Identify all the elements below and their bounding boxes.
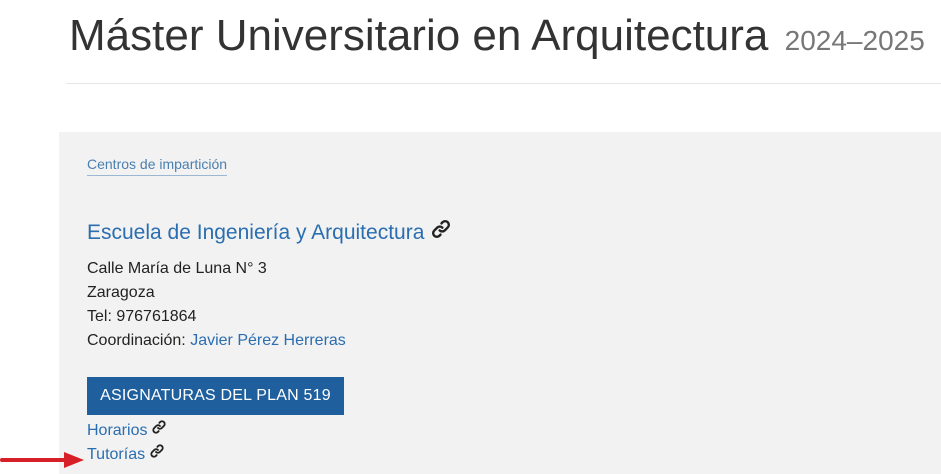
horarios-link[interactable]: Horarios xyxy=(87,419,167,442)
link-icon[interactable] xyxy=(430,218,452,248)
address-phone: Tel: 976761864 xyxy=(87,308,197,325)
page-title: Máster Universitario en Arquitectura 202… xyxy=(69,8,925,69)
school-heading: Escuela de Ingeniería y Arquitectura xyxy=(87,218,452,248)
address-street: Calle María de Luna N° 3 xyxy=(87,260,267,277)
coordination-label: Coordinación: xyxy=(87,332,186,349)
plan-subjects-button[interactable]: ASIGNATURAS DEL PLAN 519 xyxy=(87,377,344,415)
centers-section-label[interactable]: Centros de impartición xyxy=(87,155,228,176)
program-title: Máster Universitario en Arquitectura xyxy=(69,11,769,60)
link-icon[interactable] xyxy=(151,419,167,442)
school-address: Calle María de Luna N° 3 Zaragoza Tel: 9… xyxy=(87,257,346,353)
tutorias-label[interactable]: Tutorías xyxy=(87,444,145,466)
horarios-label[interactable]: Horarios xyxy=(87,420,147,442)
link-icon[interactable] xyxy=(149,443,165,466)
school-name-link[interactable]: Escuela de Ingeniería y Arquitectura xyxy=(87,219,424,247)
academic-year: 2024–2025 xyxy=(784,25,925,56)
tutorias-link[interactable]: Tutorías xyxy=(87,443,165,466)
red-arrow-icon xyxy=(0,452,84,468)
coordinator-link[interactable]: Javier Pérez Herreras xyxy=(190,332,346,349)
address-city: Zaragoza xyxy=(87,284,155,301)
coordination-row: Coordinación: Javier Pérez Herreras xyxy=(87,329,346,353)
header-divider xyxy=(66,83,941,84)
centers-panel: Centros de impartición Escuela de Ingeni… xyxy=(59,132,941,474)
